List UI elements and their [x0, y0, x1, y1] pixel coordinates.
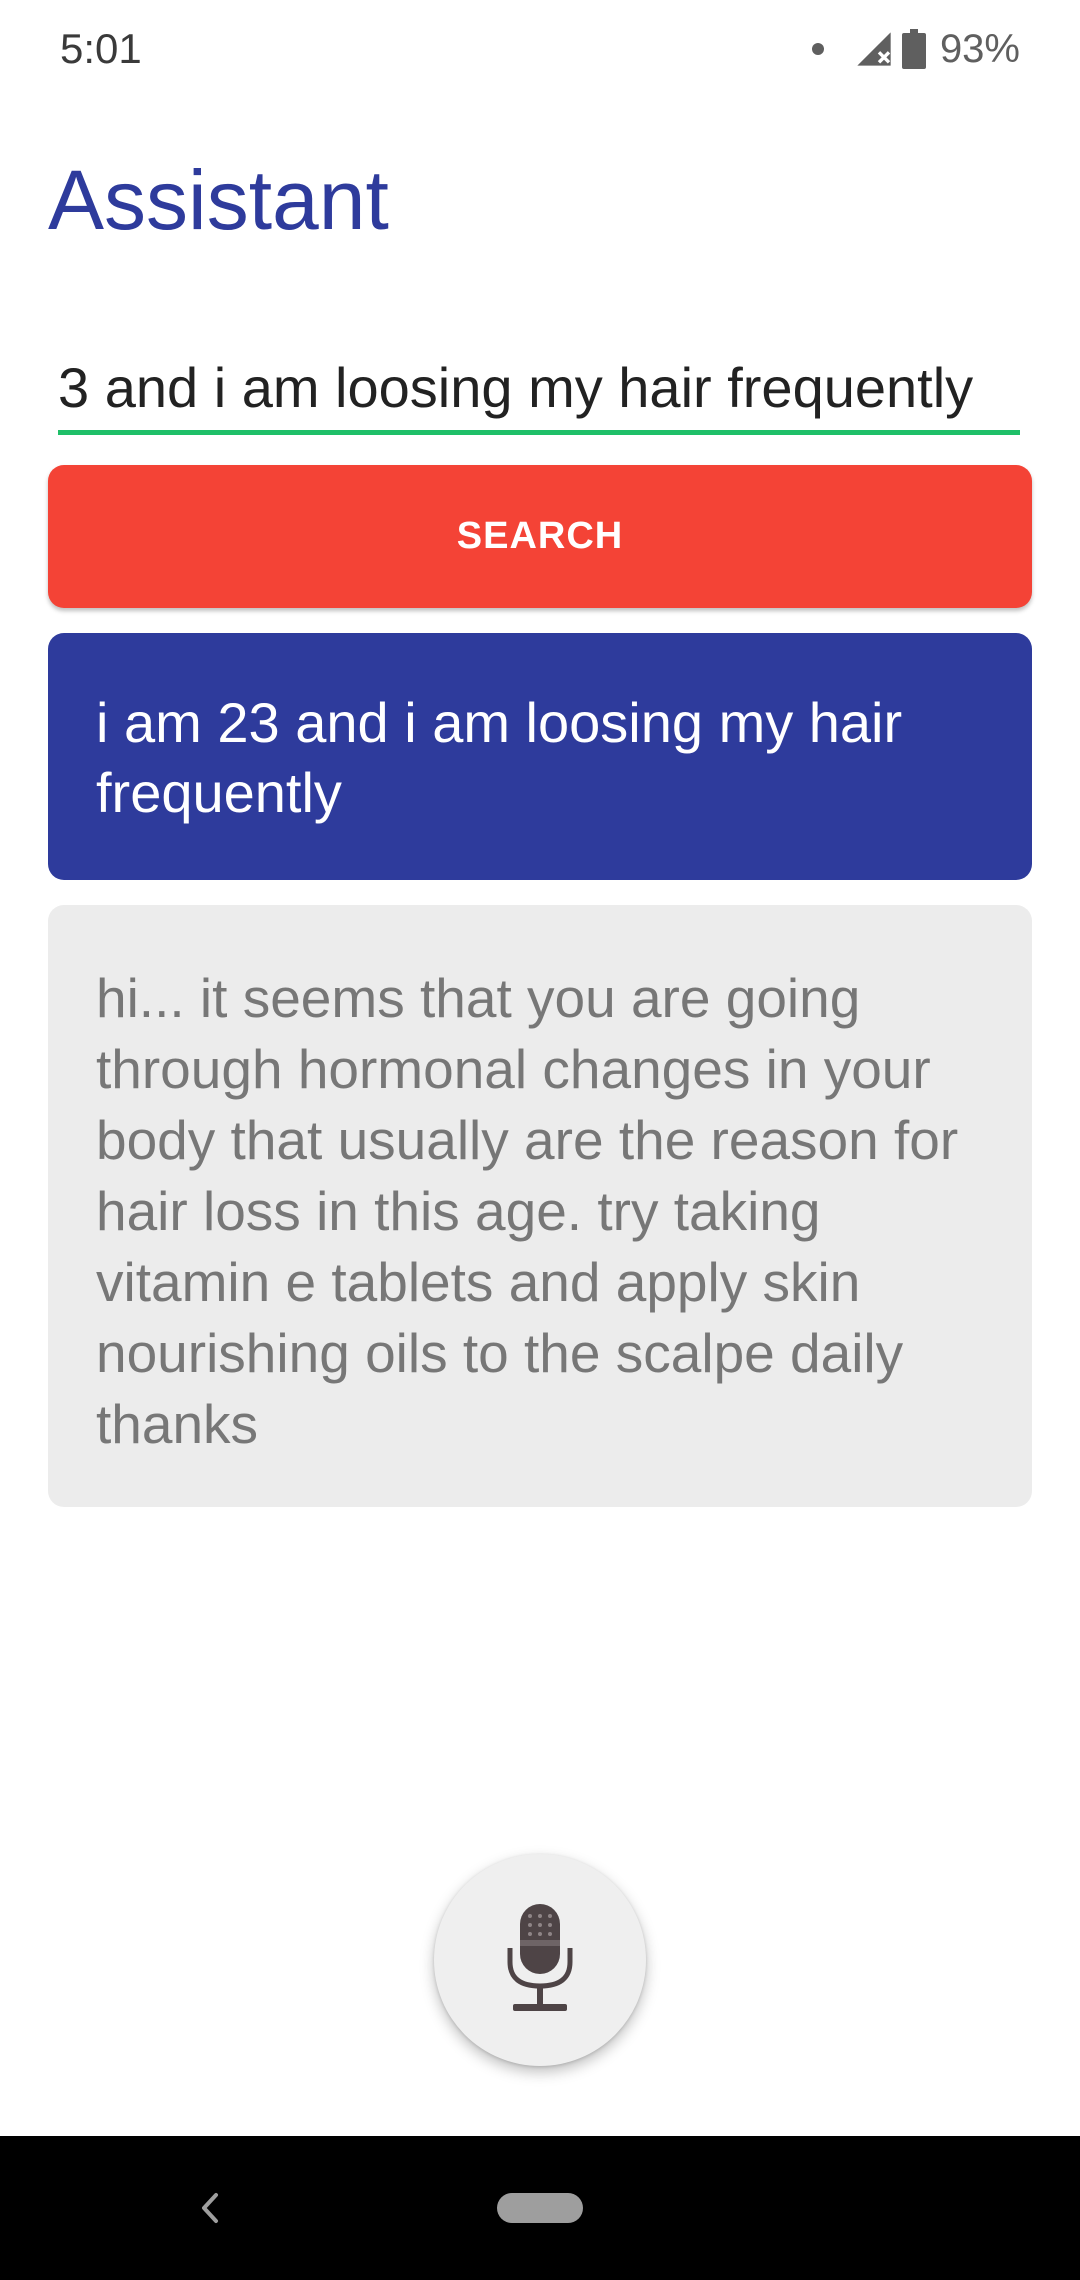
assistant-reply-bubble: hi... it seems that you are going throug…	[48, 905, 1032, 1507]
assistant-reply-text: hi... it seems that you are going throug…	[96, 967, 959, 1455]
home-pill-icon[interactable]	[497, 2193, 583, 2223]
status-bar: 5:01 93%	[0, 0, 1080, 100]
app-screen: 5:01 93% Assistant 3 and i am loosing my…	[0, 0, 1080, 2280]
signal-no-data-icon	[857, 32, 891, 66]
page-title: Assistant	[48, 153, 389, 247]
notification-dot-icon	[811, 43, 824, 55]
query-input[interactable]: 3 and i am loosing my hair frequently	[58, 355, 1020, 435]
user-message-text: i am 23 and i am loosing my hair frequen…	[96, 691, 903, 824]
back-icon[interactable]	[190, 2181, 226, 2235]
status-icons: 93%	[811, 24, 1020, 74]
user-message-bubble: i am 23 and i am loosing my hair frequen…	[48, 633, 1032, 880]
status-time: 5:01	[60, 25, 142, 72]
microphone-icon	[507, 1904, 573, 2011]
battery-percent: 93%	[939, 27, 1020, 71]
battery-icon	[901, 29, 926, 69]
mic-button[interactable]	[434, 1854, 646, 2066]
navigation-bar	[0, 2136, 1080, 2280]
query-input-value: 3 and i am loosing my hair frequently	[58, 356, 974, 419]
search-button[interactable]: SEARCH	[48, 465, 1032, 608]
